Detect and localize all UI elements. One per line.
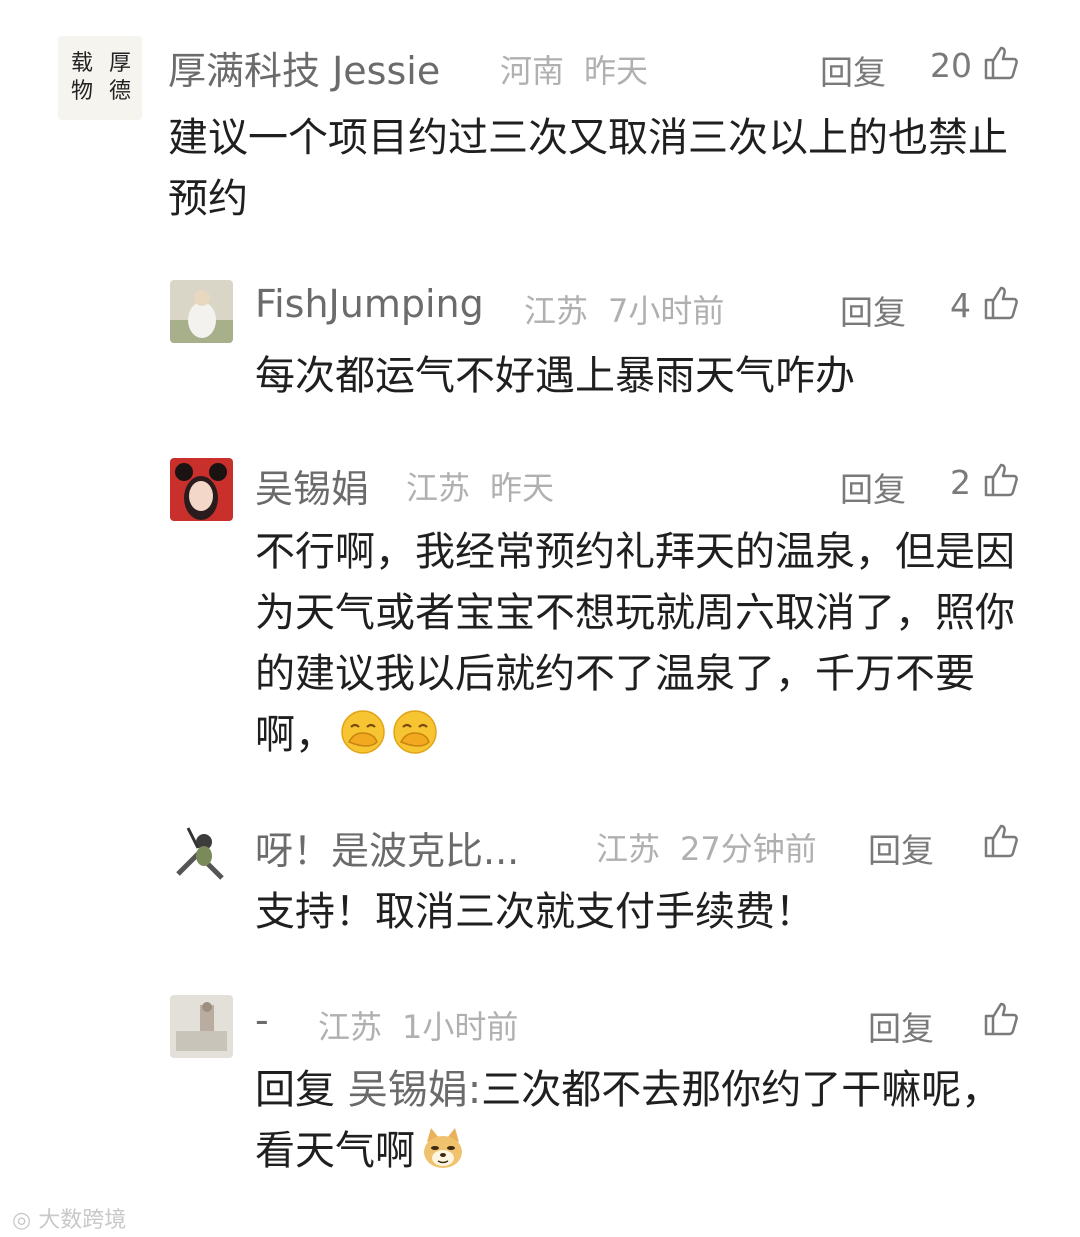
hand-over-mouth-emoji — [341, 710, 385, 754]
reply-button[interactable]: 回复 — [840, 463, 906, 511]
avatar[interactable] — [170, 995, 233, 1058]
avatar[interactable] — [170, 458, 233, 521]
hand-over-mouth-emoji — [393, 710, 437, 754]
comment-time: 27分钟前 — [680, 830, 817, 868]
comment-author[interactable]: FishJumping — [255, 282, 484, 326]
avatar[interactable] — [170, 818, 233, 881]
thumbs-up-icon[interactable] — [982, 461, 1020, 499]
reply-prefix: 回复 — [255, 1067, 348, 1113]
comment-time: 昨天 — [490, 469, 555, 507]
comment-region: 江苏 — [596, 830, 661, 868]
comment-region: 江苏 — [318, 1008, 383, 1046]
reply-button[interactable]: 回复 — [840, 286, 906, 334]
avatar[interactable]: 厚 德 载 物 — [58, 36, 142, 120]
reply-button[interactable]: 回复 — [868, 824, 934, 872]
comment-author[interactable]: - — [255, 998, 269, 1042]
comment-text: 每次都运气不好遇上暴雨天气咋办 — [255, 353, 855, 399]
like-count: 4 — [950, 286, 971, 325]
comment-time: 昨天 — [584, 52, 649, 90]
reply-button[interactable]: 回复 — [868, 1002, 934, 1050]
watermark-logo: ◎ 大数跨境 — [12, 1202, 126, 1234]
comment-text: 回复 吴锡娟:三次都不去那你约了干嘛呢，看天气啊 — [255, 1060, 1035, 1182]
thumbs-up-icon[interactable] — [982, 1000, 1020, 1038]
comment-region: 河南 — [500, 52, 565, 90]
doge-emoji — [424, 1128, 462, 1168]
like-count: 2 — [950, 463, 971, 502]
comment-text: 支持！取消三次就支付手续费！ — [255, 889, 815, 935]
avatar[interactable] — [170, 280, 233, 343]
weibo-icon: ◎ — [12, 1208, 39, 1233]
comment-author[interactable]: 厚满科技 Jessie — [168, 40, 440, 95]
reply-button[interactable]: 回复 — [820, 46, 886, 94]
thumbs-up-icon[interactable] — [982, 44, 1020, 82]
comment-time: 1小时前 — [402, 1008, 519, 1046]
svg-text:物: 物 — [71, 79, 93, 104]
comment-author[interactable]: 吴锡娟 — [255, 458, 369, 513]
svg-text:载: 载 — [71, 51, 93, 76]
thumbs-up-icon[interactable] — [982, 822, 1020, 860]
comment-time: 7小时前 — [608, 292, 725, 330]
svg-text:厚: 厚 — [109, 51, 131, 76]
comment-region: 江苏 — [524, 292, 589, 330]
comment-text: 建议一个项目约过三次又取消三次以上的也禁止预约 — [168, 115, 1008, 222]
like-count: 20 — [930, 46, 972, 85]
comment-text: 不行啊，我经常预约礼拜天的温泉，但是因为天气或者宝宝不想玩就周六取消了，照你的建… — [255, 522, 1035, 766]
svg-text:德: 德 — [109, 79, 131, 104]
comment-author[interactable]: 呀！是波克比... — [255, 820, 519, 875]
comment-region: 江苏 — [406, 469, 471, 507]
watermark-text: 大数跨境 — [38, 1208, 127, 1233]
reply-target-user[interactable]: 吴锡娟: — [348, 1067, 481, 1113]
thumbs-up-icon[interactable] — [982, 284, 1020, 322]
